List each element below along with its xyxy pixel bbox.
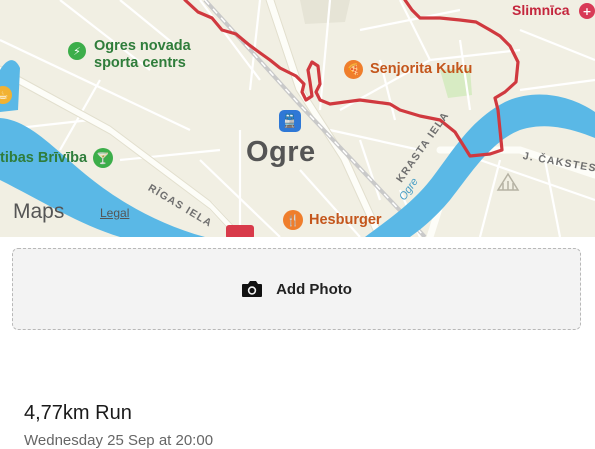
train-station-icon[interactable]: 🚆 (279, 110, 301, 132)
legal-link[interactable]: Legal (100, 206, 129, 220)
block-area (300, 0, 350, 24)
landmark-icon (496, 172, 520, 191)
poi-label-ogres-novada[interactable]: Ogres novada sporta centrs (94, 38, 191, 72)
hospital-pin-icon[interactable]: + (579, 3, 595, 19)
red-marker-icon (226, 225, 254, 237)
bar-pin-icon[interactable]: 🍸 (93, 148, 113, 168)
camera-icon (242, 281, 263, 297)
fastfood-pin-icon[interactable]: 🍕 (344, 60, 363, 79)
add-photo-button[interactable]: Add Photo (12, 248, 581, 330)
maps-brand: Maps (12, 200, 64, 224)
activity-title: 4,77km Run (24, 402, 132, 424)
poi-label-slimnica[interactable]: Slimnīca (512, 2, 570, 18)
poi-label-hesburger[interactable]: Hesburger (309, 212, 382, 228)
route-map[interactable]: ⚡ Ogres novada sporta centrs ☕ tibas Brī… (0, 0, 595, 237)
maps-brand-text: Maps (13, 200, 65, 223)
restaurant-pin-icon[interactable]: 🍴 (283, 210, 303, 230)
poi-label-senjorita[interactable]: Senjorita Kuku (370, 61, 472, 77)
sport-pin-icon[interactable]: ⚡ (68, 42, 86, 60)
city-label: Ogre (246, 136, 316, 168)
poi-label-brivibas[interactable]: tibas Brīvība (0, 150, 87, 167)
add-photo-label: Add Photo (276, 280, 352, 298)
